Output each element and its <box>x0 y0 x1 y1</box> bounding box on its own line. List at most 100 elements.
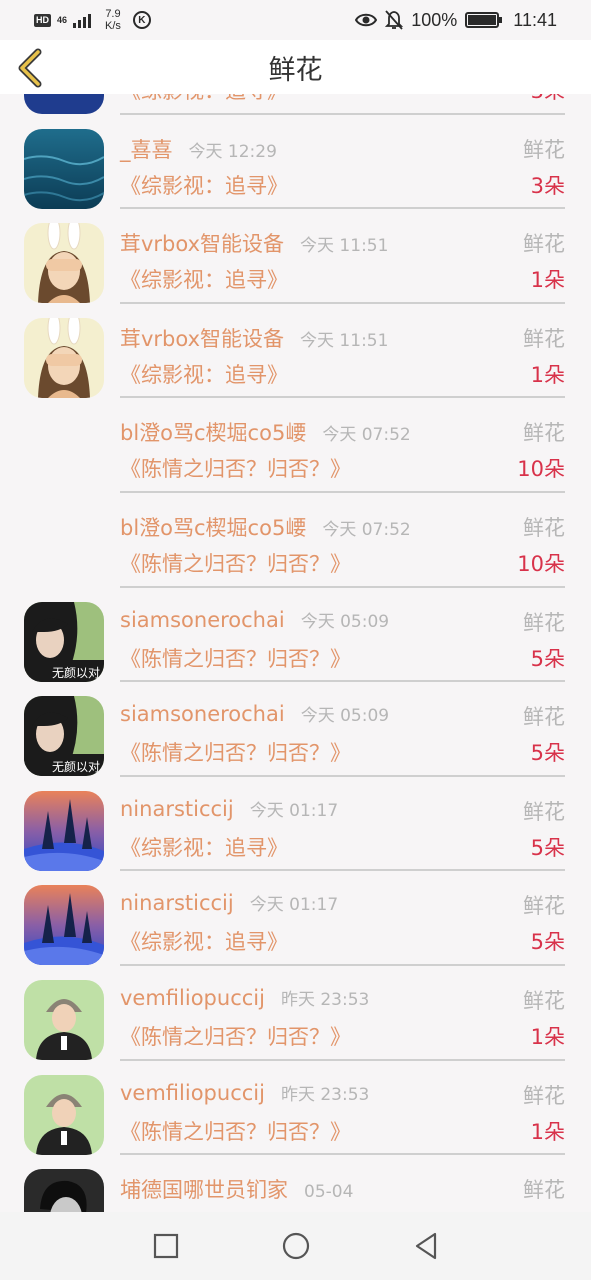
list-item[interactable]: 埔德国哪世员钔家 05-04 鲜花 <box>0 1155 591 1212</box>
list-item[interactable]: 无颜以对 siamsonerochai 今天 05:09 鲜花《陈情之归否？归否？》 5… <box>0 682 591 777</box>
avatar[interactable] <box>24 412 104 492</box>
gift-type: 鲜花 <box>523 515 565 540</box>
list-item[interactable]: ninarsticcij 今天 01:17 鲜花 《综影视：追寻》 5朵 <box>0 871 591 966</box>
signal-icon <box>73 12 92 28</box>
username-line: vemfiliopuccij 昨天 23:53 <box>120 985 369 1010</box>
avatar[interactable] <box>24 885 104 966</box>
username-line: ninarsticcij 今天 01:17 <box>120 890 338 915</box>
list-item[interactable]: bl澄o骂c楔堀co5崾 今天 07:52 鲜花《陈情之归否？归否？》 10朵 <box>0 493 591 588</box>
k-icon: K <box>132 11 151 29</box>
username-line: siamsonerochai 今天 05:09 <box>120 607 389 632</box>
gift-type: 鲜花 <box>523 1083 565 1108</box>
triangle-back-icon <box>415 1232 436 1260</box>
back-button[interactable] <box>14 48 48 88</box>
status-right: 100% 11:41 <box>355 10 557 31</box>
avatar[interactable] <box>24 128 104 209</box>
timestamp: 今天 07:52 <box>322 519 411 540</box>
work-title[interactable]: 《陈情之归否？归否？》 <box>120 453 351 483</box>
username[interactable]: siamsonerochai <box>120 702 285 726</box>
timestamp: 今天 11:51 <box>300 330 389 351</box>
flower-count: 5朵 <box>530 930 565 955</box>
username[interactable]: vemfiliopuccij <box>120 986 265 1010</box>
flower-count: 10朵 <box>517 457 565 482</box>
gift-type: 鲜花 <box>523 705 565 730</box>
list-item[interactable]: vemfiliopuccij 昨天 23:53 鲜花 《陈情之归否？归否？》 1朵 <box>0 1061 591 1156</box>
timestamp: 今天 07:52 <box>322 425 411 446</box>
home-button[interactable] <box>281 1231 311 1261</box>
back-nav-button[interactable] <box>411 1231 441 1261</box>
work-title[interactable]: 《综影视：追寻》 <box>120 832 288 862</box>
flower-count: 1朵 <box>530 1024 565 1049</box>
list-item[interactable]: _喜喜 今天 12:29 鲜花《综影视：追寻》 3朵 <box>0 115 591 210</box>
battery-percent: 100% <box>411 9 458 30</box>
timestamp: 昨天 23:53 <box>280 989 370 1010</box>
gift-type: 鲜花 <box>523 799 565 824</box>
work-title[interactable]: 《综影视：追寻》 <box>120 926 288 956</box>
list-item[interactable]: bl澄o骂c楔堀co5崾 今天 07:52 鲜花《陈情之归否？归否？》 10朵 <box>0 398 591 493</box>
work-title[interactable]: 《陈情之归否？归否？》 <box>120 548 351 578</box>
timestamp: 今天 12:29 <box>188 141 277 162</box>
square-icon <box>153 1233 178 1259</box>
list-item[interactable]: 无颜以对 siamsonerochai 今天 05:09 鲜花 《陈情之归否？归否？》 5… <box>0 588 591 683</box>
list-content: 《综影视：追寻》 3朵 _喜喜今天 12:29 鲜花《综影视：追寻》 3朵茸vrbo… <box>0 40 591 1212</box>
username[interactable]: 茸vrbox智能设备 <box>120 232 284 256</box>
avatar[interactable] <box>24 790 104 871</box>
list-item[interactable]: vemfiliopuccij 昨天 23:53 鲜花《陈情之归否？归否？》 1朵 <box>0 966 591 1061</box>
username[interactable]: bl澄o骂c楔堀co5崾 <box>120 516 306 540</box>
avatar[interactable] <box>24 317 104 398</box>
circle-icon <box>282 1232 309 1260</box>
flower-count: 3朵 <box>530 173 565 198</box>
recent-apps-button[interactable] <box>151 1231 181 1261</box>
username-line: bl澄o骂c楔堀co5崾 今天 07:52 <box>120 417 411 447</box>
avatar[interactable]: 无颜以对 <box>24 696 104 777</box>
bell-off-icon <box>385 10 404 30</box>
gift-type: 鲜花 <box>523 988 565 1013</box>
svg-text:无颜以对: 无颜以对 <box>52 759 100 774</box>
list-item[interactable]: 茸vrbox智能设备 今天 11:51 鲜花 《综影视：追寻》 1朵 <box>0 304 591 399</box>
avatar[interactable] <box>24 1169 104 1212</box>
username[interactable]: _喜喜 <box>120 138 173 162</box>
work-title[interactable]: 《陈情之归否？归否？》 <box>120 1021 351 1051</box>
username-line: bl澄o骂c楔堀co5崾 今天 07:52 <box>120 512 411 542</box>
work-title[interactable]: 《陈情之归否？归否？》 <box>120 643 351 673</box>
list-item[interactable]: ninarsticcij 今天 01:17 鲜花《综影视：追寻》 5朵 <box>0 777 591 872</box>
gift-type: 鲜花 <box>523 421 565 446</box>
timestamp: 今天 05:09 <box>300 706 390 727</box>
avatar[interactable]: 无颜以对 <box>24 601 104 682</box>
username[interactable]: vemfiliopuccij <box>120 1081 265 1105</box>
avatar[interactable] <box>24 507 104 587</box>
flower-count: 10朵 <box>517 551 565 576</box>
username-line: 茸vrbox智能设备 今天 11:51 <box>120 228 388 258</box>
username[interactable]: bl澄o骂c楔堀co5崾 <box>120 421 306 445</box>
speed-value: 7.9 <box>105 8 121 20</box>
username[interactable]: 茸vrbox智能设备 <box>120 327 284 351</box>
work-title[interactable]: 《陈情之归否？归否？》 <box>120 737 351 767</box>
flower-count: 1朵 <box>530 268 565 293</box>
network-speed: 7.9 K/s <box>105 8 121 32</box>
eye-icon <box>355 13 378 27</box>
avatar[interactable] <box>24 1074 104 1155</box>
work-title[interactable]: 《综影视：追寻》 <box>120 264 288 294</box>
battery-icon <box>465 12 503 28</box>
work-title[interactable]: 《综影视：追寻》 <box>120 170 288 200</box>
system-nav-bar <box>0 1212 591 1280</box>
username[interactable]: ninarsticcij <box>120 797 234 821</box>
work-title[interactable]: 《陈情之归否？归否？》 <box>120 1116 351 1146</box>
username[interactable]: siamsonerochai <box>120 608 285 632</box>
flower-list[interactable]: 《综影视：追寻》 3朵 _喜喜今天 12:29 鲜花《综影视：追寻》 3朵茸vrbo… <box>0 40 591 1212</box>
work-title[interactable]: 《综影视：追寻》 <box>120 359 288 389</box>
username-line: vemfiliopuccij 昨天 23:53 <box>120 1080 369 1105</box>
username[interactable]: 埔德国哪世员钔家 <box>120 1178 288 1202</box>
avatar[interactable] <box>24 223 104 304</box>
timestamp: 05-04 <box>304 1182 354 1203</box>
timestamp: 今天 01:17 <box>249 800 339 821</box>
flower-count: 5朵 <box>530 835 565 860</box>
username-line: ninarsticcij 今天 01:17 <box>120 796 338 821</box>
timestamp: 今天 11:51 <box>300 236 389 257</box>
list-item[interactable]: 茸vrbox智能设备 今天 11:51 鲜花 《综影视：追寻》 1朵 <box>0 209 591 304</box>
app-header: 鲜花 <box>0 40 591 94</box>
avatar[interactable] <box>24 979 104 1060</box>
gift-type: 鲜花 <box>523 137 565 162</box>
username[interactable]: ninarsticcij <box>120 891 234 915</box>
flower-count: 5朵 <box>530 741 565 766</box>
